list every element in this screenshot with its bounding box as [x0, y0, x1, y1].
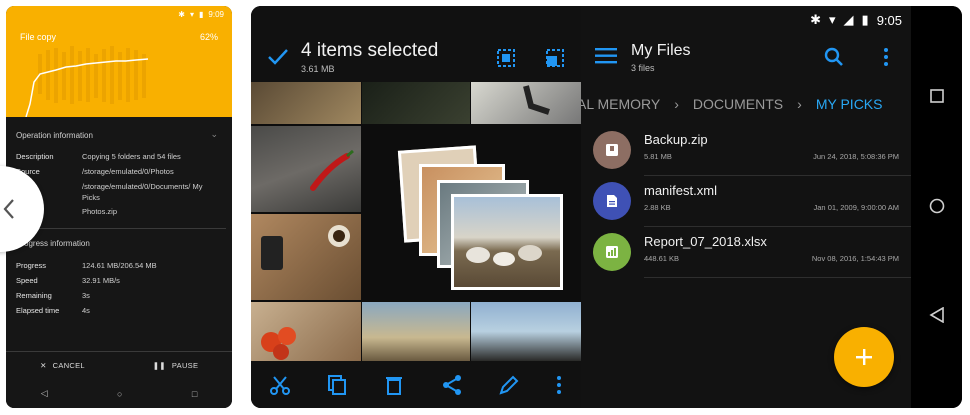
status-bar: ✱ ▾ ▮ 9:09: [178, 10, 224, 19]
close-icon: ✕: [40, 360, 47, 370]
progress-row: Progress 124.61 MB/206.54 MB: [16, 261, 157, 270]
pause-icon: ❚❚: [152, 360, 166, 370]
plus-icon: [856, 349, 872, 365]
chevron-right-icon: ›: [674, 96, 679, 112]
operation-row: Photos.zip: [82, 207, 118, 216]
copy-percent: 62%: [199, 32, 218, 42]
nav-back-icon[interactable]: [929, 307, 945, 323]
status-bar: ✱ ▾ ◢ ▮ 9:05: [251, 6, 962, 34]
android-nav-bar: ◁ ○ □: [6, 379, 232, 408]
file-row[interactable]: Backup.zip 5.81 MB Jun 24, 2018, 5:08:36…: [581, 125, 911, 175]
progress-row: Remaining 3s: [16, 291, 90, 300]
file-name: manifest.xml: [644, 183, 717, 198]
cancel-button[interactable]: ✕ CANCEL: [6, 351, 119, 379]
pause-button[interactable]: ❚❚ PAUSE: [119, 351, 232, 379]
select-range-icon[interactable]: [545, 48, 565, 68]
android-nav-bar: [911, 6, 962, 408]
photo-thumbnail[interactable]: [251, 126, 361, 212]
my-files-tablet: 4 items selected 3.61 MB My Files 3 file…: [251, 6, 962, 408]
signal-icon: ◢: [843, 12, 854, 27]
file-name: Report_07_2018.xlsx: [644, 234, 767, 249]
photo-thumbnail[interactable]: [251, 82, 361, 124]
progress-row: Elapsed time 4s: [16, 306, 90, 315]
file-date: Jan 01, 2009, 9:00:00 AM: [813, 203, 899, 212]
coffee-cup-icon: [261, 225, 350, 270]
gallery-action-bar: [251, 361, 581, 408]
clock-icon: [523, 85, 550, 115]
selected-photo-stack[interactable]: [451, 194, 563, 290]
copy-title: File copy: [20, 32, 57, 42]
nav-recents-icon[interactable]: [930, 89, 944, 103]
copy-icon[interactable]: [326, 374, 348, 396]
status-time: 9:05: [876, 12, 902, 28]
file-size: 448.61 KB: [644, 254, 680, 263]
operation-row: Description Copying 5 folders and 54 file…: [16, 152, 181, 161]
photo-thumbnail[interactable]: [471, 302, 581, 361]
tomatoes-icon: [261, 327, 296, 360]
check-icon[interactable]: [267, 48, 289, 66]
add-fab-button[interactable]: [834, 327, 894, 387]
breadcrumb-item[interactable]: DOCUMENTS: [693, 96, 783, 112]
search-icon[interactable]: [824, 47, 844, 67]
gallery-pane: 4 items selected 3.61 MB: [251, 6, 581, 408]
nav-home-icon[interactable]: ○: [117, 389, 122, 399]
edit-icon[interactable]: [498, 374, 520, 396]
page-title: My Files: [631, 42, 691, 59]
bluetooth-icon: ✱: [810, 12, 821, 27]
file-copy-header: ✱ ▾ ▮ 9:09 File copy 62%: [6, 6, 232, 117]
sheep-photo-icon: [466, 245, 542, 266]
more-vert-icon[interactable]: [555, 374, 563, 396]
collapse-chevron-icon[interactable]: ⌄: [210, 129, 218, 140]
wifi-icon: ▾: [190, 10, 195, 19]
chevron-left-icon: [3, 199, 14, 219]
divider: [12, 228, 226, 229]
archive-icon: [593, 131, 631, 169]
status-time: 9:09: [208, 10, 224, 19]
spreadsheet-icon: [593, 233, 631, 271]
file-name: Backup.zip: [644, 132, 708, 147]
file-row[interactable]: Report_07_2018.xlsx 448.61 KB Nov 08, 20…: [581, 227, 911, 277]
breadcrumb: AL MEMORY › DOCUMENTS › MY PICKS: [581, 92, 911, 116]
progress-row: Speed 32.91 MB/s: [16, 276, 120, 285]
breadcrumb-item[interactable]: AL MEMORY: [581, 96, 660, 112]
more-vert-icon[interactable]: [882, 47, 890, 67]
copy-actions: ✕ CANCEL ❚❚ PAUSE: [6, 351, 232, 379]
photo-thumbnail[interactable]: [362, 82, 470, 124]
battery-icon: ▮: [861, 12, 869, 27]
file-row[interactable]: manifest.xml 2.88 KB Jan 01, 2009, 9:00:…: [581, 176, 911, 226]
document-icon: [593, 182, 631, 220]
wifi-icon: ▾: [829, 12, 836, 27]
select-all-icon[interactable]: [496, 48, 516, 68]
breadcrumb-item-active[interactable]: MY PICKS: [816, 96, 883, 112]
nav-recents-icon[interactable]: □: [192, 389, 197, 399]
operation-row: Source/storage/emulated/0/Photos: [16, 167, 174, 176]
file-date: Nov 08, 2016, 1:54:43 PM: [811, 254, 899, 263]
selected-count: 4 items selected: [301, 40, 439, 61]
delete-icon[interactable]: [383, 374, 405, 396]
selected-size: 3.61 MB: [301, 64, 335, 74]
battery-icon: ▮: [199, 10, 204, 19]
chevron-right-icon: ›: [797, 96, 802, 112]
screenshot-stage: ✱ ▾ ▮ 9:09 File copy 62% Operation infor…: [0, 0, 970, 415]
bluetooth-icon: ✱: [178, 10, 185, 19]
copy-speed-graph: [25, 46, 149, 117]
photo-thumbnail[interactable]: [471, 82, 581, 124]
file-count: 3 files: [631, 63, 655, 73]
operation-header: Operation information: [16, 131, 93, 140]
photo-thumbnail[interactable]: [251, 302, 361, 361]
divider: [644, 277, 911, 278]
chili-pepper-icon: [310, 149, 354, 191]
operation-row: Target/storage/emulated/0/Documents/ My …: [16, 182, 203, 202]
file-size: 2.88 KB: [644, 203, 671, 212]
nav-home-icon[interactable]: [929, 198, 945, 214]
photo-thumbnail[interactable]: [362, 302, 470, 361]
file-size: 5.81 MB: [644, 152, 672, 161]
cut-icon[interactable]: [269, 374, 291, 396]
file-date: Jun 24, 2018, 5:08:36 PM: [813, 152, 899, 161]
menu-icon[interactable]: [595, 48, 617, 64]
photo-thumbnail[interactable]: [251, 214, 361, 300]
nav-back-icon[interactable]: ◁: [41, 388, 48, 399]
share-icon[interactable]: [441, 374, 463, 396]
